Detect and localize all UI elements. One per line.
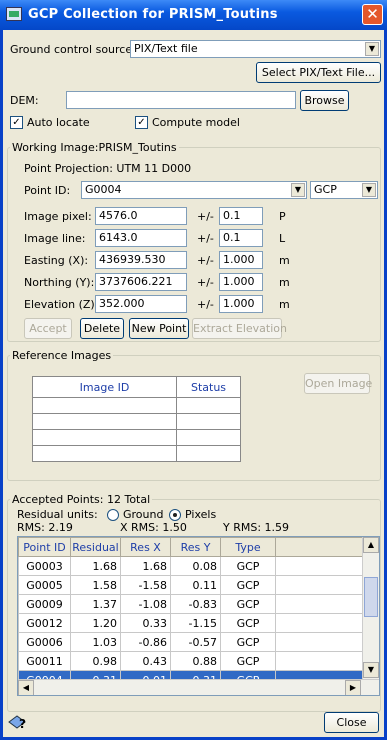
source-dropdown[interactable]: PIX/Text file ▼ xyxy=(130,40,381,58)
horizontal-scrollbar[interactable]: ◀ ▶ xyxy=(18,679,379,695)
help-icon[interactable]: ? xyxy=(7,712,29,732)
elevation-error-input[interactable]: 1.000 xyxy=(219,295,263,313)
point-type-dropdown[interactable]: GCP ▼ xyxy=(310,181,378,199)
northing-error-input[interactable]: 1.000 xyxy=(219,273,263,291)
pm-label: +/- xyxy=(197,298,214,311)
extract-elevation-button[interactable]: Extract Elevation xyxy=(192,318,287,339)
pixels-label: Pixels xyxy=(185,508,217,521)
pm-label: +/- xyxy=(197,276,214,289)
scroll-right-icon[interactable]: ▶ xyxy=(345,680,361,695)
pm-label: +/- xyxy=(197,232,214,245)
dem-input[interactable] xyxy=(66,91,296,109)
unit-label: m xyxy=(279,298,290,311)
image-pixel-input[interactable]: 4576.0 xyxy=(95,207,187,225)
table-row[interactable]: G0003 1.68 1.68 0.08 GCP xyxy=(18,556,379,576)
y-rms-value: Y RMS: 1.59 xyxy=(223,521,290,534)
open-image-button[interactable]: Open Image xyxy=(304,373,372,394)
column-header-res-y[interactable]: Res Y xyxy=(170,537,221,557)
point-projection: Point Projection: UTM 11 D000 xyxy=(24,162,192,175)
dem-label: DEM: xyxy=(10,94,39,107)
point-id-value: G0004 xyxy=(85,183,122,196)
unit-label: m xyxy=(279,276,290,289)
residual-units-label: Residual units: xyxy=(17,508,98,521)
table-row[interactable] xyxy=(32,413,241,430)
close-button[interactable]: Close xyxy=(324,712,379,733)
scroll-left-icon[interactable]: ◀ xyxy=(18,680,34,695)
easting-input[interactable]: 436939.530 xyxy=(95,251,187,269)
easting-error-input[interactable]: 1.000 xyxy=(219,251,263,269)
accept-button[interactable]: Accept xyxy=(24,318,72,339)
select-pix-file-button[interactable]: Select PIX/Text File... xyxy=(256,62,381,83)
close-window-button[interactable]: ✕ xyxy=(362,4,383,25)
svg-text:?: ? xyxy=(19,717,26,731)
scroll-up-icon[interactable]: ▲ xyxy=(363,537,379,553)
column-header-res-x[interactable]: Res X xyxy=(120,537,171,557)
delete-button[interactable]: Delete xyxy=(80,318,124,339)
image-line-error-input[interactable]: 0.1 xyxy=(219,229,263,247)
pm-label: +/- xyxy=(197,210,214,223)
auto-locate-checkbox[interactable]: ✓ xyxy=(10,116,23,129)
unit-label: L xyxy=(279,232,286,245)
unit-label: m xyxy=(279,254,290,267)
image-pixel-label: Image pixel: xyxy=(24,210,92,223)
working-image-label: Working Image:PRISM_Toutins xyxy=(10,141,179,154)
vertical-scrollbar[interactable]: ▲ ▼ xyxy=(362,537,379,679)
new-point-button[interactable]: New Point xyxy=(129,318,189,339)
app-icon xyxy=(6,7,22,21)
northing-label: Northing (Y): xyxy=(24,276,95,289)
auto-locate-label: Auto locate xyxy=(27,116,90,129)
compute-model-label: Compute model xyxy=(152,116,240,129)
accepted-points-label: Accepted Points: 12 Total xyxy=(10,493,153,506)
browse-button[interactable]: Browse xyxy=(300,90,349,111)
pixels-radio[interactable] xyxy=(169,509,181,521)
table-row[interactable]: G0011 0.98 0.43 0.88 GCP xyxy=(18,651,379,671)
accepted-points-table: Point ID Residual Res X Res Y Type Ima G… xyxy=(18,537,379,690)
ground-label: Ground xyxy=(123,508,164,521)
image-line-input[interactable]: 6143.0 xyxy=(95,229,187,247)
gcp-collection-window: GCP Collection for PRISM_Toutins ✕ Groun… xyxy=(0,0,387,740)
scroll-thumb[interactable] xyxy=(364,577,378,617)
easting-label: Easting (X): xyxy=(24,254,89,267)
chevron-down-icon[interactable]: ▼ xyxy=(362,183,376,197)
x-rms-value: X RMS: 1.50 xyxy=(120,521,187,534)
reference-images-label: Reference Images xyxy=(10,349,114,362)
table-row[interactable]: G0005 1.58 -1.58 0.11 GCP xyxy=(18,575,379,595)
table-row[interactable]: G0006 1.03 -0.86 -0.57 GCP xyxy=(18,632,379,652)
elevation-label: Elevation (Z): xyxy=(24,298,99,311)
table-row[interactable]: G0009 1.37 -1.08 -0.83 GCP xyxy=(18,594,379,614)
table-row[interactable] xyxy=(32,445,241,462)
rms-value: RMS: 2.19 xyxy=(17,521,73,534)
point-type-value: GCP xyxy=(314,183,337,196)
column-header-type[interactable]: Type xyxy=(220,537,276,557)
northing-input[interactable]: 3737606.221 xyxy=(95,273,187,291)
source-value: PIX/Text file xyxy=(134,42,198,55)
chevron-down-icon[interactable]: ▼ xyxy=(365,42,379,56)
table-row[interactable] xyxy=(32,429,241,446)
window-title: GCP Collection for PRISM_Toutins xyxy=(28,7,278,22)
ground-radio[interactable] xyxy=(107,509,119,521)
column-header-residual[interactable]: Residual xyxy=(70,537,121,557)
source-label: Ground control source: xyxy=(10,43,136,56)
unit-label: P xyxy=(279,210,286,223)
elevation-input[interactable]: 352.000 xyxy=(95,295,187,313)
accepted-points-table-container: Point ID Residual Res X Res Y Type Ima G… xyxy=(17,536,380,696)
pm-label: +/- xyxy=(197,254,214,267)
table-row[interactable]: G0012 1.20 0.33 -1.15 GCP xyxy=(18,613,379,633)
column-header-point-id[interactable]: Point ID xyxy=(18,537,71,557)
image-line-label: Image line: xyxy=(24,232,86,245)
chevron-down-icon[interactable]: ▼ xyxy=(291,183,305,197)
compute-model-checkbox[interactable]: ✓ xyxy=(135,116,148,129)
column-header-image-id[interactable]: Image ID xyxy=(32,376,177,398)
table-row[interactable] xyxy=(32,397,241,414)
point-id-dropdown[interactable]: G0004 ▼ xyxy=(81,181,307,199)
scroll-down-icon[interactable]: ▼ xyxy=(363,662,379,678)
column-header-status[interactable]: Status xyxy=(176,376,241,398)
title-bar[interactable]: GCP Collection for PRISM_Toutins ✕ xyxy=(0,0,387,30)
point-id-label: Point ID: xyxy=(24,184,71,197)
image-pixel-error-input[interactable]: 0.1 xyxy=(219,207,263,225)
reference-images-table: Image ID Status xyxy=(32,376,241,462)
